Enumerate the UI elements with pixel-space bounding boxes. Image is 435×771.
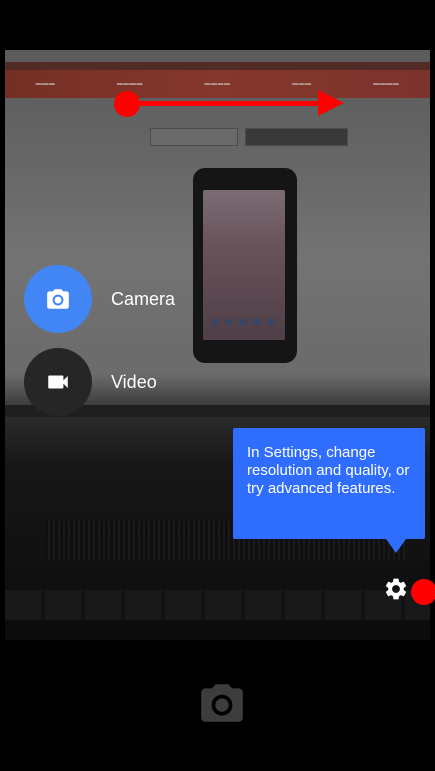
swipe-gesture-start-dot bbox=[114, 91, 140, 117]
settings-tooltip[interactable]: In Settings, change resolution and quali… bbox=[233, 428, 425, 539]
swipe-gesture-line bbox=[127, 101, 323, 106]
tap-gesture-dot bbox=[411, 579, 435, 605]
mode-camera-label: Camera bbox=[111, 288, 176, 309]
mode-video-icon-circle bbox=[24, 348, 92, 416]
mode-video-label: Video bbox=[111, 371, 157, 392]
camera-viewfinder[interactable]: ▬▬▬ ▬▬▬▬ ▬▬▬▬ ▬▬▬ ▬▬▬▬ bbox=[5, 50, 430, 640]
top-black-bar bbox=[0, 0, 435, 50]
swipe-gesture-arrowhead bbox=[318, 90, 344, 116]
camera-icon bbox=[201, 684, 243, 722]
shutter-button[interactable] bbox=[196, 677, 248, 729]
mode-video[interactable]: Video bbox=[24, 348, 157, 416]
dim-overlay bbox=[5, 50, 430, 640]
gear-icon bbox=[385, 578, 407, 600]
settings-tooltip-text: In Settings, change resolution and quali… bbox=[247, 444, 410, 497]
settings-tooltip-tail bbox=[386, 539, 406, 553]
videocam-icon bbox=[48, 375, 68, 389]
mode-camera-icon-circle bbox=[24, 265, 92, 333]
camera-icon bbox=[47, 289, 69, 309]
mode-camera[interactable]: Camera bbox=[24, 265, 175, 333]
settings-button[interactable] bbox=[381, 574, 411, 604]
